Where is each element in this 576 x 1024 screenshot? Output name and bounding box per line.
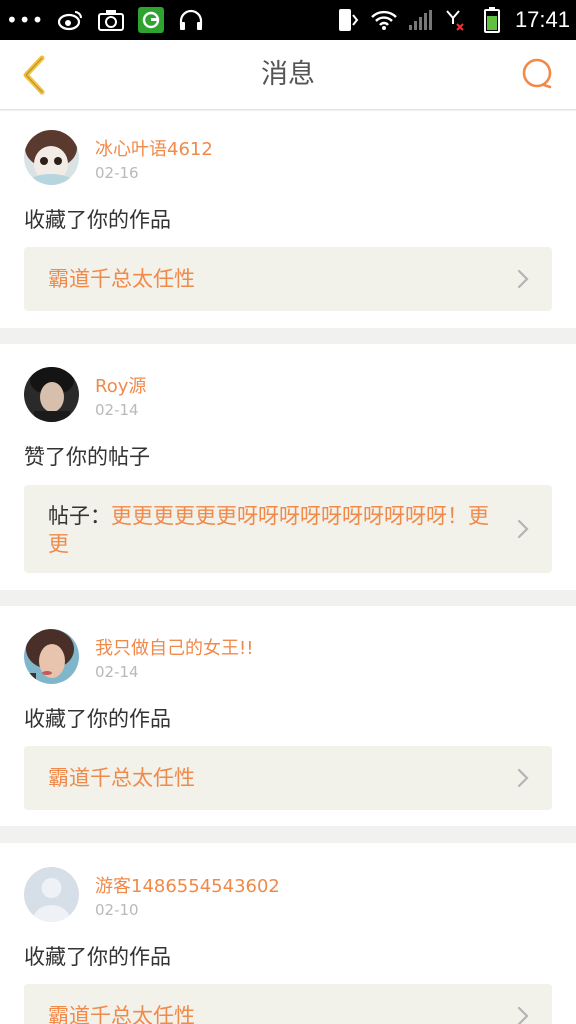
chevron-right-icon [517,519,529,539]
chevron-right-icon [517,1006,529,1024]
battery-icon [479,7,505,33]
headphones-icon [178,7,204,33]
message-card: Roy源 02-14 赞了你的帖子 帖子：更更更更更更呀呀呀呀呀呀呀呀呀呀！更更 [0,344,576,590]
wifi-icon [371,7,397,33]
message-action: 收藏了你的作品 [24,707,171,731]
target-title: 霸道千总太任性 [48,1002,492,1024]
avatar[interactable] [24,130,79,185]
message-action: 赞了你的帖子 [24,445,150,469]
status-bar-left: ••• [6,0,204,40]
chevron-right-icon [517,768,529,788]
target-box[interactable]: 霸道千总太任性 [24,984,552,1024]
message-date: 02-14 [95,401,139,419]
message-action: 收藏了你的作品 [24,945,171,969]
weibo-icon [58,7,84,33]
message-card: 游客1486554543602 02-10 收藏了你的作品 霸道千总太任性 [0,843,576,1024]
message-card: 我只做自己的女王!! 02-14 收藏了你的作品 霸道千总太任性 [0,606,576,826]
clock: 17:41 [514,7,570,32]
status-bar-right: 17:41 [335,0,570,40]
message-action: 收藏了你的作品 [24,208,171,232]
username[interactable]: 我只做自己的女王!! [95,634,253,660]
green-app-icon [138,7,165,33]
username[interactable]: 冰心叶语4612 [95,135,213,161]
target-name: 霸道千总太任性 [48,1004,195,1024]
dots-icon: ••• [6,8,45,32]
message-date: 02-10 [95,901,139,919]
default-avatar-icon [24,867,79,922]
target-box[interactable]: 霸道千总太任性 [24,746,552,810]
target-title: 帖子：更更更更更更呀呀呀呀呀呀呀呀呀呀！更更 [48,502,492,558]
signal-icon [407,7,433,33]
status-bar: ••• 17:41 [0,0,576,40]
username[interactable]: Roy源 [95,372,146,398]
search-icon [522,58,552,89]
camera-icon [98,7,125,33]
target-box[interactable]: 帖子：更更更更更更呀呀呀呀呀呀呀呀呀呀！更更 [24,485,552,573]
chevron-right-icon [517,269,529,289]
page-title: 消息 [261,59,315,90]
target-box[interactable]: 霸道千总太任性 [24,247,552,311]
app-header: 消息 [0,40,576,110]
target-name: 霸道千总太任性 [48,766,195,790]
search-button[interactable] [518,54,558,94]
phone-signal-icon [335,7,361,33]
target-title: 霸道千总太任性 [48,764,492,792]
target-name: 更更更更更更呀呀呀呀呀呀呀呀呀呀！更更 [48,504,489,556]
username[interactable]: 游客1486554543602 [95,872,280,898]
avatar[interactable] [24,367,79,422]
message-card: 冰心叶语4612 02-16 收藏了你的作品 霸道千总太任性 [0,111,576,328]
message-date: 02-14 [95,663,139,681]
avatar[interactable] [24,867,79,922]
target-name: 霸道千总太任性 [48,267,195,291]
no-sim-icon [443,7,469,33]
target-prefix: 帖子： [48,504,111,528]
avatar[interactable] [24,629,79,684]
message-date: 02-16 [95,164,139,182]
target-title: 霸道千总太任性 [48,265,492,293]
